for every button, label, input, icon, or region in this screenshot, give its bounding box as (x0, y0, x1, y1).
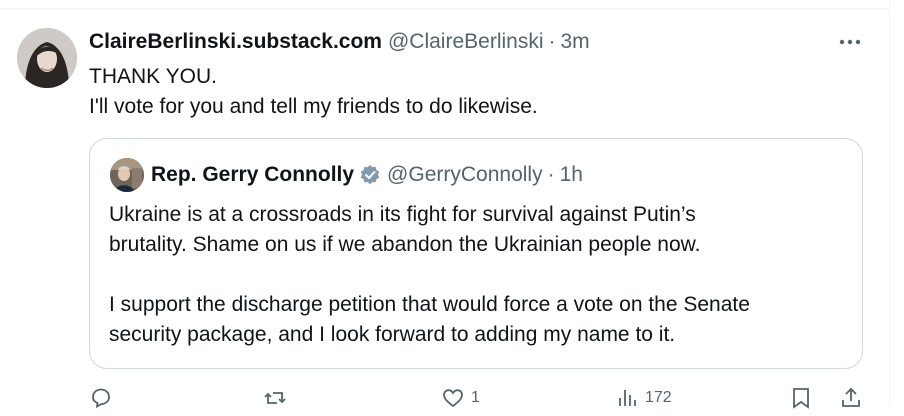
quoted-text-line: I support the discharge petition that wo… (109, 293, 750, 316)
author-handle[interactable]: @ClaireBerlinski (388, 30, 544, 54)
header-separator: · (548, 30, 556, 53)
like-count: 1 (471, 389, 480, 406)
tweet-text-line: THANK YOU. (89, 65, 217, 88)
author-display-name[interactable]: ClaireBerlinski.substack.com (89, 30, 382, 54)
quoted-text-line: security package, and I look forward to … (109, 323, 676, 346)
author-avatar[interactable] (17, 28, 77, 88)
quoted-author-handle[interactable]: @GerryConnolly (387, 163, 543, 187)
tweet-timestamp[interactable]: 3m (561, 30, 590, 54)
tweet-text-line: I'll vote for you and tell my friends to… (89, 95, 538, 118)
top-divider (0, 8, 889, 9)
share-button[interactable] (839, 386, 863, 410)
quoted-tweet-text: Ukraine is at a crossroads in its fight … (109, 200, 849, 350)
right-border (889, 0, 890, 404)
repost-button[interactable] (263, 386, 287, 410)
tweet-text: THANK YOU. I'll vote for you and tell my… (89, 62, 869, 122)
tweet-action-bar: 1 172 (89, 386, 869, 416)
quoted-text-line: brutality. Shame on us if we abandon the… (109, 233, 701, 256)
verified-badge-icon (360, 165, 380, 185)
repost-icon (264, 392, 286, 404)
quoted-author-display-name[interactable]: Rep. Gerry Connolly (151, 163, 354, 187)
quoted-tweet-header: Rep. Gerry Connolly @GerryConnolly · 1h (151, 161, 583, 189)
more-horizontal-icon (839, 39, 861, 45)
reply-button[interactable] (89, 386, 113, 410)
quoted-tweet-card[interactable]: Rep. Gerry Connolly @GerryConnolly · 1h … (89, 138, 863, 369)
quoted-author-avatar[interactable] (110, 158, 144, 192)
bookmark-button[interactable] (789, 386, 813, 410)
quoted-header-separator: · (547, 163, 555, 186)
reply-icon (92, 388, 110, 409)
like-button[interactable]: 1 (441, 386, 480, 410)
bookmark-icon (793, 388, 809, 409)
views-icon (619, 390, 636, 406)
views-count: 172 (645, 389, 672, 406)
views-button[interactable]: 172 (615, 386, 672, 410)
quoted-tweet-timestamp[interactable]: 1h (560, 163, 583, 187)
quoted-text-line: Ukraine is at a crossroads in its fight … (109, 203, 696, 226)
more-options-button[interactable] (834, 30, 866, 54)
share-icon (842, 387, 860, 407)
tweet-header: ClaireBerlinski.substack.com @ClaireBerl… (89, 28, 590, 56)
like-icon (443, 389, 463, 408)
